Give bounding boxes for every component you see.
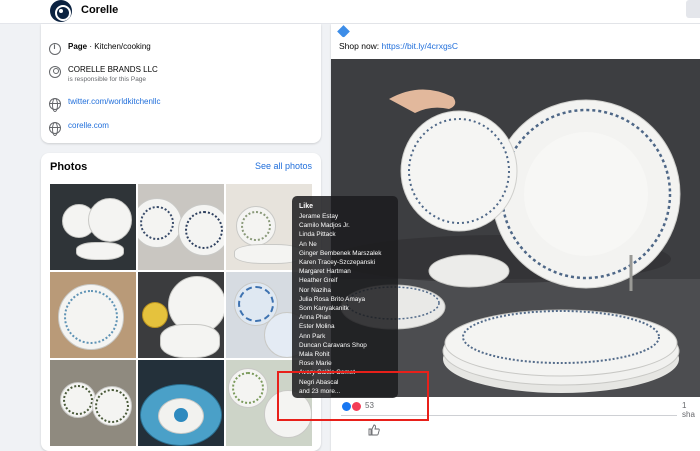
photo-thumbnail[interactable]: [138, 272, 224, 358]
shop-now-link[interactable]: https://bit.ly/4crxgsC: [382, 41, 459, 51]
likes-tooltip: Like Jerame Estay Camilo Madjos Jr. Lind…: [292, 196, 398, 398]
page-name[interactable]: Corelle: [81, 4, 118, 16]
tooltip-name: Rose Marie: [299, 360, 332, 368]
tooltip-name: Ester Molina: [299, 323, 335, 331]
photo-thumbnail[interactable]: [138, 360, 224, 446]
header-action-button[interactable]: [686, 0, 700, 18]
corelle-logo-icon[interactable]: [50, 0, 72, 22]
tooltip-name: Som Kanyakanitk: [299, 305, 349, 313]
share-count[interactable]: 1 sha: [682, 401, 700, 419]
page-owner-row: CORELLE BRANDS LLC is responsible for th…: [49, 65, 158, 84]
info-icon: [49, 42, 61, 55]
website-row: corelle.com: [49, 121, 109, 136]
page-type-value: Kitchen/cooking: [94, 42, 151, 51]
owner-name: CORELLE BRANDS LLC: [68, 65, 158, 74]
page-type-label: Page: [68, 42, 88, 51]
website-link[interactable]: corelle.com: [68, 121, 109, 131]
photo-thumbnail[interactable]: [50, 272, 136, 358]
tooltip-name: Nor Naziha: [299, 286, 331, 294]
page-category-row: Page · Kitchen/cooking: [49, 42, 151, 55]
tooltip-name: An Ne: [299, 240, 317, 248]
tooltip-name: Karen Tracey-Szczepanski: [299, 259, 376, 267]
tooltip-name: Margaret Hartman: [299, 268, 351, 276]
photo-thumbnail[interactable]: [50, 360, 136, 446]
tooltip-name: Heather Greif: [299, 277, 338, 285]
shop-now-text: Shop now: https://bit.ly/4crxgsC: [339, 41, 458, 51]
twitter-row: twitter.com/worldkitchenllc: [49, 97, 160, 112]
globe-icon: [49, 97, 61, 112]
tooltip-name: Julia Rosa Brito Amaya: [299, 295, 366, 303]
globe-icon: [49, 121, 61, 136]
see-all-photos-link[interactable]: See all photos: [255, 161, 312, 171]
tooltip-name: Jerame Estay: [299, 213, 339, 220]
top-bar: Corelle: [0, 0, 700, 24]
highlight-box: [277, 371, 429, 421]
like-button-icon[interactable]: [368, 424, 380, 436]
twitter-link[interactable]: twitter.com/worldkitchenllc: [68, 97, 160, 107]
tooltip-name: Camilo Madjos Jr.: [299, 222, 350, 230]
tooltip-name: Mala Rohit: [299, 351, 330, 359]
tooltip-name: Linda Pittack: [299, 231, 336, 239]
owner-subtext: is responsible for this Page: [68, 76, 147, 83]
tooltip-name: Duncan Caravans Shop: [299, 341, 367, 349]
photo-thumbnail[interactable]: [50, 184, 136, 270]
photos-title: Photos: [50, 161, 88, 173]
tooltip-name: Ginger Bembenek Marszalek: [299, 249, 382, 257]
tooltip-name: Ann Park: [299, 332, 326, 340]
tooltip-title: Like: [299, 203, 314, 210]
photo-thumbnail[interactable]: [138, 184, 224, 270]
intro-card: Page · Kitchen/cooking CORELLE BRANDS LL…: [41, 24, 321, 143]
shop-now-label: Shop now:: [339, 41, 380, 51]
person-icon: [49, 66, 61, 78]
tooltip-name: Anna Phan: [299, 314, 331, 322]
